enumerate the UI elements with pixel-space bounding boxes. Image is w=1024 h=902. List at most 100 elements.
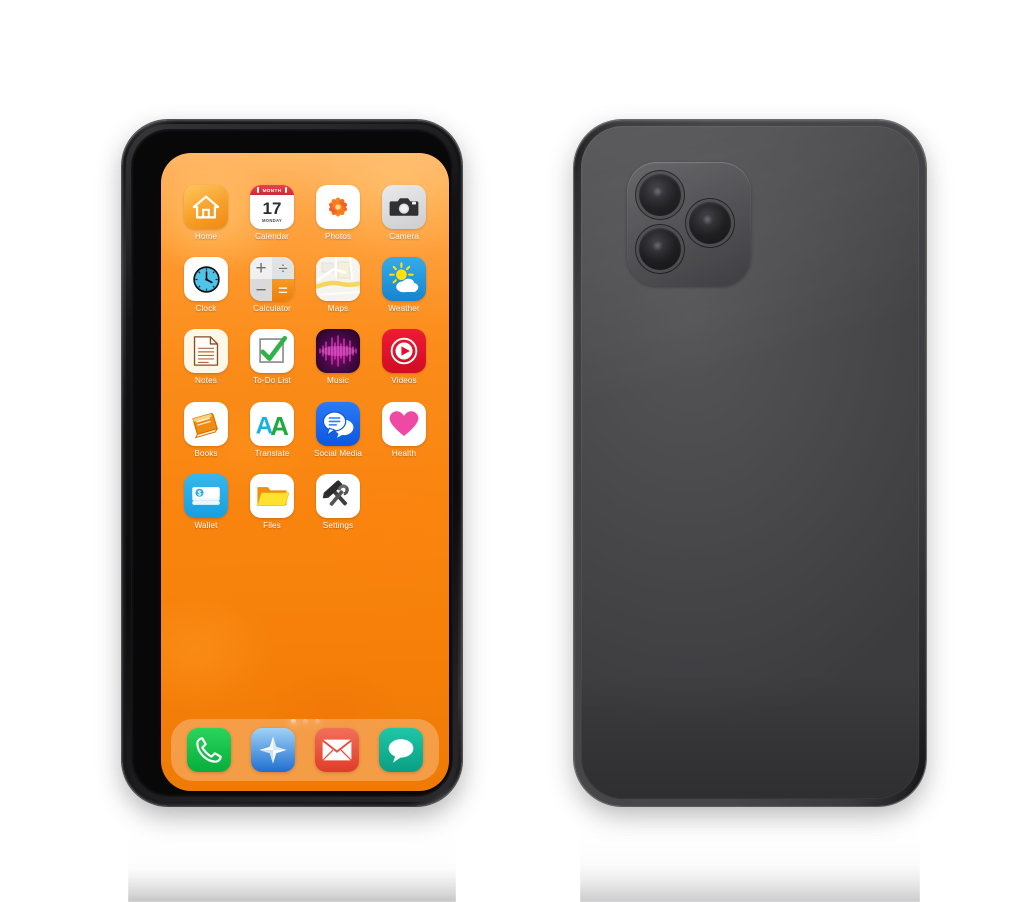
calculator-tile[interactable]: + ÷ − = (250, 257, 294, 302)
app-icon-music[interactable]: Music (305, 329, 371, 385)
app-icon-clock[interactable]: Clock (173, 257, 239, 313)
app-label: Wallet (194, 520, 218, 530)
camera-lens-bottom-left (639, 228, 681, 270)
clock-tile[interactable] (184, 257, 228, 302)
app-label: Translate (254, 448, 290, 458)
speech-bubble-icon (388, 739, 414, 763)
weather-tile[interactable] (382, 257, 426, 302)
app-label: Photos (324, 232, 352, 241)
camera-tile[interactable] (382, 185, 426, 229)
app-label: Calendar (254, 232, 290, 241)
app-label: Weather (388, 304, 420, 314)
checkmark-box-icon (259, 336, 288, 364)
app-icon-camera[interactable]: Camera (371, 185, 437, 241)
app-icon-notes[interactable]: Notes (173, 329, 239, 385)
health-tile[interactable] (382, 401, 426, 446)
app-label: Books (194, 448, 218, 458)
app-label: Clock (195, 304, 217, 314)
calendar-day-number: 17 (262, 198, 282, 218)
scene-stage: Home MONTH 17 MONDAY Calendar Photos Cam… (0, 0, 1024, 902)
notes-page-icon (193, 336, 219, 367)
books-tile[interactable] (184, 401, 228, 446)
phone-handset-icon (196, 737, 222, 763)
app-label: Health (391, 448, 417, 458)
app-label: Settings (322, 520, 354, 530)
app-icon-translate[interactable]: A A Translate (239, 401, 305, 458)
dock-icon-mail[interactable] (315, 728, 359, 772)
music-tile[interactable] (316, 329, 360, 374)
svg-text:$: $ (198, 490, 202, 497)
book-icon (192, 412, 219, 438)
front-phone-reflection (128, 806, 456, 902)
app-label: To-Do List (253, 376, 291, 386)
back-phone-reflection (580, 806, 920, 902)
triple-camera-module (627, 162, 751, 286)
app-label: Camera (389, 232, 419, 241)
settings-tile[interactable] (316, 473, 360, 518)
camera-lens-top-left (639, 174, 681, 216)
todo-tile[interactable] (250, 329, 294, 374)
app-label: Music (327, 376, 349, 386)
app-icon-calendar[interactable]: MONTH 17 MONDAY Calendar (239, 185, 305, 241)
hammer-wrench-icon (322, 480, 349, 506)
app-icon-health[interactable]: Health (371, 401, 437, 458)
app-icon-social-media[interactable]: Social Media (305, 401, 371, 458)
waveform-icon (319, 335, 357, 368)
app-label: Notes (195, 376, 217, 386)
envelope-icon (322, 739, 352, 761)
app-label: Calculator (253, 304, 291, 314)
files-tile[interactable] (250, 473, 294, 518)
front-phone: Home MONTH 17 MONDAY Calendar Photos Cam… (122, 120, 462, 806)
social-media-tile[interactable] (316, 401, 360, 446)
home-icon (192, 195, 220, 219)
app-icon-maps[interactable]: Maps (305, 257, 371, 313)
map-icon (316, 257, 360, 302)
chat-bubbles-icon (322, 411, 354, 438)
dock (171, 719, 439, 781)
videos-tile[interactable] (382, 329, 426, 374)
notes-tile[interactable] (184, 329, 228, 374)
calendar-tile[interactable]: MONTH 17 MONDAY (250, 185, 294, 229)
dock-icon-browser[interactable] (251, 728, 295, 772)
back-phone (574, 120, 926, 806)
front-phone-bezel: Home MONTH 17 MONDAY Calendar Photos Cam… (131, 129, 453, 797)
compass-icon (259, 736, 287, 764)
calculator-icon: + ÷ − = (250, 257, 294, 302)
app-icon-home[interactable]: Home (173, 185, 239, 241)
back-phone-body (581, 126, 919, 799)
phone-screen[interactable]: Home MONTH 17 MONDAY Calendar Photos Cam… (161, 153, 449, 791)
calendar-month-label: MONTH (262, 187, 282, 193)
letters-aa-icon: A A (256, 412, 290, 439)
home-tile[interactable] (184, 185, 228, 229)
dock-icon-phone[interactable] (187, 728, 231, 772)
app-icon-photos[interactable]: Photos (305, 185, 371, 241)
maps-tile[interactable] (316, 257, 360, 302)
camera-icon (389, 198, 419, 216)
folder-icon (256, 486, 289, 506)
app-label: Files (263, 520, 281, 530)
clock-icon (192, 266, 220, 293)
photos-flower-icon (329, 197, 347, 217)
wallet-tile[interactable]: $ (184, 473, 228, 518)
heart-icon (389, 410, 419, 436)
translate-tile[interactable]: A A (250, 401, 294, 446)
app-icon-videos[interactable]: Videos (371, 329, 437, 385)
app-label: Social Media (313, 448, 363, 458)
app-label: Maps (327, 304, 349, 314)
app-grid: Home MONTH 17 MONDAY Calendar Photos Cam… (173, 185, 437, 530)
app-icon-settings[interactable]: Settings (305, 473, 371, 530)
dock-icon-messages[interactable] (379, 728, 423, 772)
calendar-icon: MONTH 17 MONDAY (250, 185, 294, 229)
app-icon-books[interactable]: Books (173, 401, 239, 458)
money-stack-icon: $ (192, 486, 220, 505)
app-icon-files[interactable]: Files (239, 473, 305, 530)
calendar-weekday-label: MONDAY (261, 218, 283, 224)
app-icon-weather[interactable]: Weather (371, 257, 437, 313)
play-circle-icon (390, 338, 418, 365)
app-icon-calculator[interactable]: + ÷ − = Calculator (239, 257, 305, 313)
app-label: Home (194, 232, 218, 241)
camera-lens-middle-right (689, 202, 731, 244)
photos-tile[interactable] (316, 185, 360, 229)
app-icon-todo-list[interactable]: To-Do List (239, 329, 305, 385)
app-icon-wallet[interactable]: $ Wallet (173, 473, 239, 530)
